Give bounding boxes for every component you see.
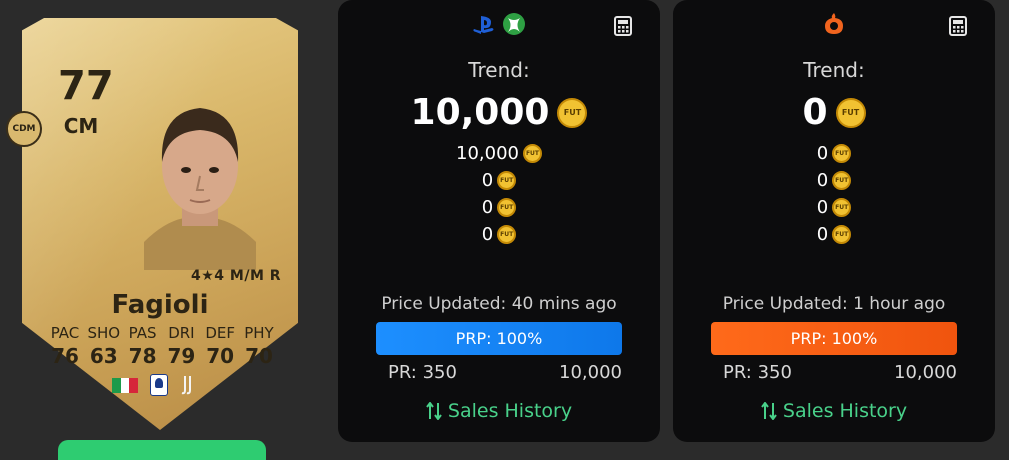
coin-icon: FUT <box>497 171 517 190</box>
prp-bar: PRP: 100% <box>376 322 622 355</box>
price-value: 0 <box>481 224 494 245</box>
stats-row: PAC 76 SHO 63 PAS 78 DRI 79 DEF 70 PHY 7… <box>46 324 278 368</box>
stat-value: 79 <box>167 344 196 368</box>
price-row: 0 FUT <box>673 194 995 221</box>
price-value: 10,000 <box>456 143 519 164</box>
price-row: 10,000 FUT <box>338 140 660 167</box>
trend-label: Trend: <box>803 58 865 82</box>
stat-sho: SHO 63 <box>85 324 123 368</box>
sort-arrows-icon <box>761 402 777 420</box>
prp-bar: PRP: 100% <box>711 322 957 355</box>
main-price: 0 FUT <box>673 92 995 133</box>
sort-arrows-icon <box>426 402 442 420</box>
console-price-panel: Trend: 10,000 FUT 10,000 FUT 0 FUT 0 FUT… <box>338 0 660 442</box>
italy-flag-icon <box>112 377 139 393</box>
sales-history-link[interactable]: Sales History <box>673 400 995 422</box>
price-row: 0 FUT <box>673 221 995 248</box>
pr-max: 10,000 <box>559 362 622 383</box>
stat-pas: PAS 78 <box>124 324 162 368</box>
club-logo-icon <box>181 376 191 395</box>
player-photo <box>144 108 256 270</box>
player-position: CM <box>63 114 99 138</box>
sales-history-label: Sales History <box>447 400 573 422</box>
coin-icon: FUT <box>832 225 852 244</box>
stat-label: SHO <box>87 324 121 342</box>
price-row: 0 FUT <box>673 140 995 167</box>
xbox-icon <box>502 13 525 35</box>
price-row: 0 FUT <box>338 194 660 221</box>
player-card-area: 77 CM CDM 4★4 M/M R Fagioli PAC 76 SHO 6… <box>0 0 320 460</box>
coin-icon: FUT <box>497 198 517 217</box>
coin-icon: FUT <box>497 225 517 244</box>
stat-value: 70 <box>206 344 235 368</box>
coin-icon: FUT <box>832 144 852 163</box>
price-value: 0 <box>816 170 829 191</box>
coin-icon: FUT <box>522 144 542 163</box>
main-price-value: 10,000 <box>410 92 550 133</box>
price-range-row: PR: 350 10,000 <box>388 362 622 383</box>
main-price-value: 0 <box>802 92 828 133</box>
coin-icon: FUT <box>832 198 852 217</box>
pr-min: PR: 350 <box>723 362 792 383</box>
stat-value: 70 <box>245 344 273 368</box>
price-range-row: PR: 350 10,000 <box>723 362 957 383</box>
price-value: 0 <box>481 197 494 218</box>
stat-label: PAS <box>128 324 157 342</box>
skill-weakfoot-workrate: 4★4 M/M R <box>191 268 282 284</box>
pr-max: 10,000 <box>894 362 957 383</box>
stat-value: 78 <box>128 344 157 368</box>
stat-phy: PHY 70 <box>240 324 278 368</box>
stat-dri: DRI 79 <box>162 324 200 368</box>
price-updated: Price Updated: 1 hour ago <box>722 294 946 314</box>
league-logo-icon <box>150 374 168 396</box>
calculator-icon[interactable] <box>949 16 967 36</box>
stat-value: 76 <box>51 344 79 368</box>
price-row: 0 FUT <box>673 167 995 194</box>
stat-label: PAC <box>50 324 80 342</box>
price-row: 0 FUT <box>338 167 660 194</box>
price-list: 0 FUT 0 FUT 0 FUT 0 FUT <box>673 140 995 248</box>
price-value: 0 <box>481 170 494 191</box>
stat-pac: PAC 76 <box>46 324 84 368</box>
stat-value: 63 <box>89 344 118 368</box>
price-value: 0 <box>816 224 829 245</box>
price-value: 0 <box>816 197 829 218</box>
price-row: 0 FUT <box>338 221 660 248</box>
price-value: 0 <box>816 143 829 164</box>
price-updated: Price Updated: 40 mins ago <box>381 294 617 314</box>
pr-min: PR: 350 <box>388 362 457 383</box>
coin-icon: FUT <box>557 97 588 128</box>
calculator-icon[interactable] <box>614 16 632 36</box>
coin-icon: FUT <box>835 97 866 128</box>
sales-history-label: Sales History <box>782 400 908 422</box>
playstation-icon <box>473 16 494 34</box>
action-button[interactable] <box>58 440 266 460</box>
alt-position-badge[interactable]: CDM <box>6 111 42 147</box>
sales-history-link[interactable]: Sales History <box>338 400 660 422</box>
platform-icons <box>673 12 995 38</box>
price-list: 10,000 FUT 0 FUT 0 FUT 0 FUT <box>338 140 660 248</box>
main-price: 10,000 FUT <box>338 92 660 133</box>
origin-icon <box>825 13 843 34</box>
player-rating: 77 <box>58 63 114 109</box>
platform-icons <box>338 12 660 38</box>
trend-label: Trend: <box>468 58 530 82</box>
pc-price-panel: Trend: 0 FUT 0 FUT 0 FUT 0 FUT 0 FUT Pri… <box>673 0 995 442</box>
coin-icon: FUT <box>832 171 852 190</box>
card-badges <box>112 374 196 396</box>
stat-label: PHY <box>244 324 274 342</box>
player-name: Fagioli <box>111 290 209 320</box>
stat-label: DEF <box>205 324 236 342</box>
stat-label: DRI <box>168 324 195 342</box>
stat-def: DEF 70 <box>201 324 239 368</box>
